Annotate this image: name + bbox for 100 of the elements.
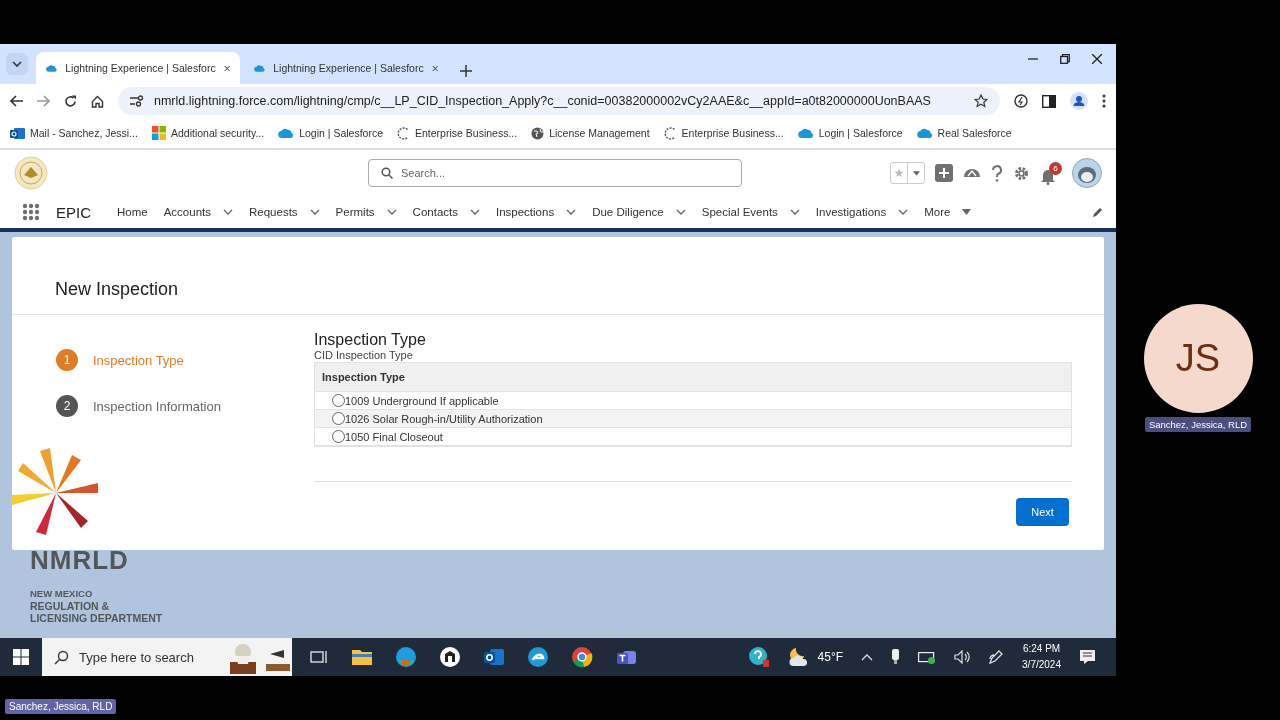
chevron-icon (309, 209, 320, 215)
caret-icon (962, 209, 972, 215)
chevron-icon (675, 209, 686, 215)
chevron-icon (470, 209, 480, 215)
bell-icon (1040, 167, 1056, 185)
section-subtitle: CID Inspection Type (314, 349, 414, 361)
next-button[interactable]: Next (1016, 498, 1069, 526)
chevron-icon (789, 209, 800, 215)
add-icon[interactable] (935, 164, 953, 182)
volume-icon[interactable] (954, 650, 971, 664)
chevron-icon (223, 209, 233, 215)
chevron-icon (12, 61, 22, 67)
step-number: 2 (56, 395, 78, 417)
windows-logo-icon (151, 126, 166, 140)
chevron-up-icon[interactable] (861, 653, 874, 661)
taskbar-clock[interactable]: 6:24 PM 3/7/2024 (1022, 641, 1061, 673)
restore-icon[interactable] (1060, 54, 1070, 64)
browser-tab[interactable]: Lightning Experience | Salesforc (36, 52, 240, 84)
option-row[interactable]: 1050 Final Closeout (315, 428, 1071, 446)
browser-tab[interactable]: Lightning Experience | Salesforc (244, 52, 448, 84)
browser-icon[interactable] (394, 645, 418, 669)
step-number: 1 (56, 349, 78, 371)
search-icon (381, 167, 393, 179)
department-name: LICENSING DEPARTMENT (30, 612, 163, 624)
page-title: New Inspection (55, 279, 179, 300)
wizard-step[interactable]: 2 Inspection Information (56, 395, 314, 417)
search-field[interactable]: Search... (368, 159, 742, 187)
bookmark[interactable]: License Management (531, 126, 650, 140)
nav-tab[interactable]: Permits (335, 206, 397, 218)
option-row[interactable]: 1026 Solar Rough-in/Utility Authorization (315, 410, 1071, 428)
taskbar-search-field[interactable]: Type here to search (42, 638, 292, 676)
search-icon (54, 649, 69, 665)
radio-button[interactable] (332, 412, 345, 425)
column-header: Inspection Type (315, 363, 1071, 392)
department-name: REGULATION & (30, 600, 111, 612)
star-icon[interactable] (974, 94, 988, 108)
site-settings-icon (130, 95, 144, 107)
address-bar[interactable]: nmrld.lightning.force.com/lightning/cmp/c__LP_CID_Inspection_Apply?c__conid=00382000002vCy2AAE&c__appId=a0t82000000UonBAAS (118, 87, 1000, 115)
back-icon[interactable] (10, 95, 23, 107)
spinner-icon (663, 126, 677, 140)
radio-button[interactable] (332, 430, 345, 443)
logo-wordmark: NMRLD (30, 545, 130, 576)
home-icon[interactable] (91, 94, 104, 108)
windows-start-icon[interactable] (13, 649, 29, 665)
seal-logo (14, 156, 48, 190)
presenter-name: Sanchez, Jessica, RLD (5, 699, 117, 714)
globe-icon (531, 126, 545, 140)
radio-button[interactable] (332, 394, 345, 407)
reload-icon[interactable] (64, 94, 77, 108)
nav-tab[interactable]: More (924, 206, 972, 218)
extension-icon[interactable] (1014, 94, 1028, 108)
bookmark[interactable]: Mail - Sanchez, Jessi... (10, 126, 138, 140)
app-launcher-icon[interactable] (22, 203, 40, 221)
bookmark[interactable]: Real Salesforce (916, 127, 1012, 139)
nav-tab[interactable]: Contacts (412, 206, 480, 218)
microphone-icon[interactable] (891, 649, 901, 665)
department-name: NEW MEXICO (30, 588, 94, 600)
nav-tab[interactable]: Requests (249, 206, 320, 218)
help-icon[interactable] (747, 646, 770, 668)
chevron-icon (566, 209, 577, 215)
chevron-icon (386, 209, 397, 215)
close-icon[interactable] (1092, 54, 1102, 64)
tab-list-button[interactable] (6, 53, 28, 75)
notification-center-icon[interactable] (1079, 649, 1096, 665)
nav-tab[interactable]: Due Diligence (592, 206, 686, 218)
option-label: 1026 Solar Rough-in/Utility Authorization (345, 412, 543, 425)
new-tab-icon[interactable] (460, 65, 472, 77)
app-name: EPIC (56, 203, 91, 221)
menu-icon[interactable] (1102, 94, 1106, 108)
bookmark[interactable]: Login | Salesforce (797, 127, 903, 139)
caret-icon (912, 170, 920, 176)
nav-tab[interactable]: Home (117, 206, 148, 218)
nav-tab[interactable]: Investigations (815, 206, 909, 218)
chevron-icon (898, 209, 909, 215)
cloud-icon (278, 127, 295, 139)
cloud-icon (254, 62, 266, 74)
cloud-icon (916, 127, 933, 139)
nav-tab[interactable]: Special Events (701, 206, 800, 218)
bookmark[interactable]: Additional security... (151, 126, 265, 140)
notifications-button[interactable]: 6 (1040, 161, 1062, 185)
profile-icon[interactable] (1070, 92, 1088, 110)
cloud-icon (46, 62, 58, 74)
cloud-icon (797, 127, 814, 139)
forward-icon[interactable] (37, 95, 50, 107)
bookmark[interactable]: Enterprise Business... (663, 126, 784, 140)
bookmark[interactable]: Login | Salesforce (278, 127, 383, 139)
settings-icon[interactable] (1013, 164, 1030, 182)
nav-tab[interactable]: Inspections (496, 206, 577, 218)
avatar-icon[interactable] (1072, 158, 1102, 188)
battery-icon[interactable] (918, 650, 937, 664)
weather-widget[interactable]: 45°F (787, 646, 844, 668)
pencil-icon[interactable] (1092, 206, 1104, 218)
nav-tab[interactable]: Accounts (163, 206, 233, 218)
side-panel-icon[interactable] (1042, 94, 1056, 108)
chrome-icon[interactable] (570, 645, 594, 669)
option-label: 1050 Final Closeout (345, 430, 443, 443)
section-title: Inspection Type (314, 331, 427, 349)
spinner-icon (397, 126, 410, 140)
pen-icon[interactable] (988, 649, 1005, 665)
bookmark[interactable]: Enterprise Business... (397, 126, 518, 140)
